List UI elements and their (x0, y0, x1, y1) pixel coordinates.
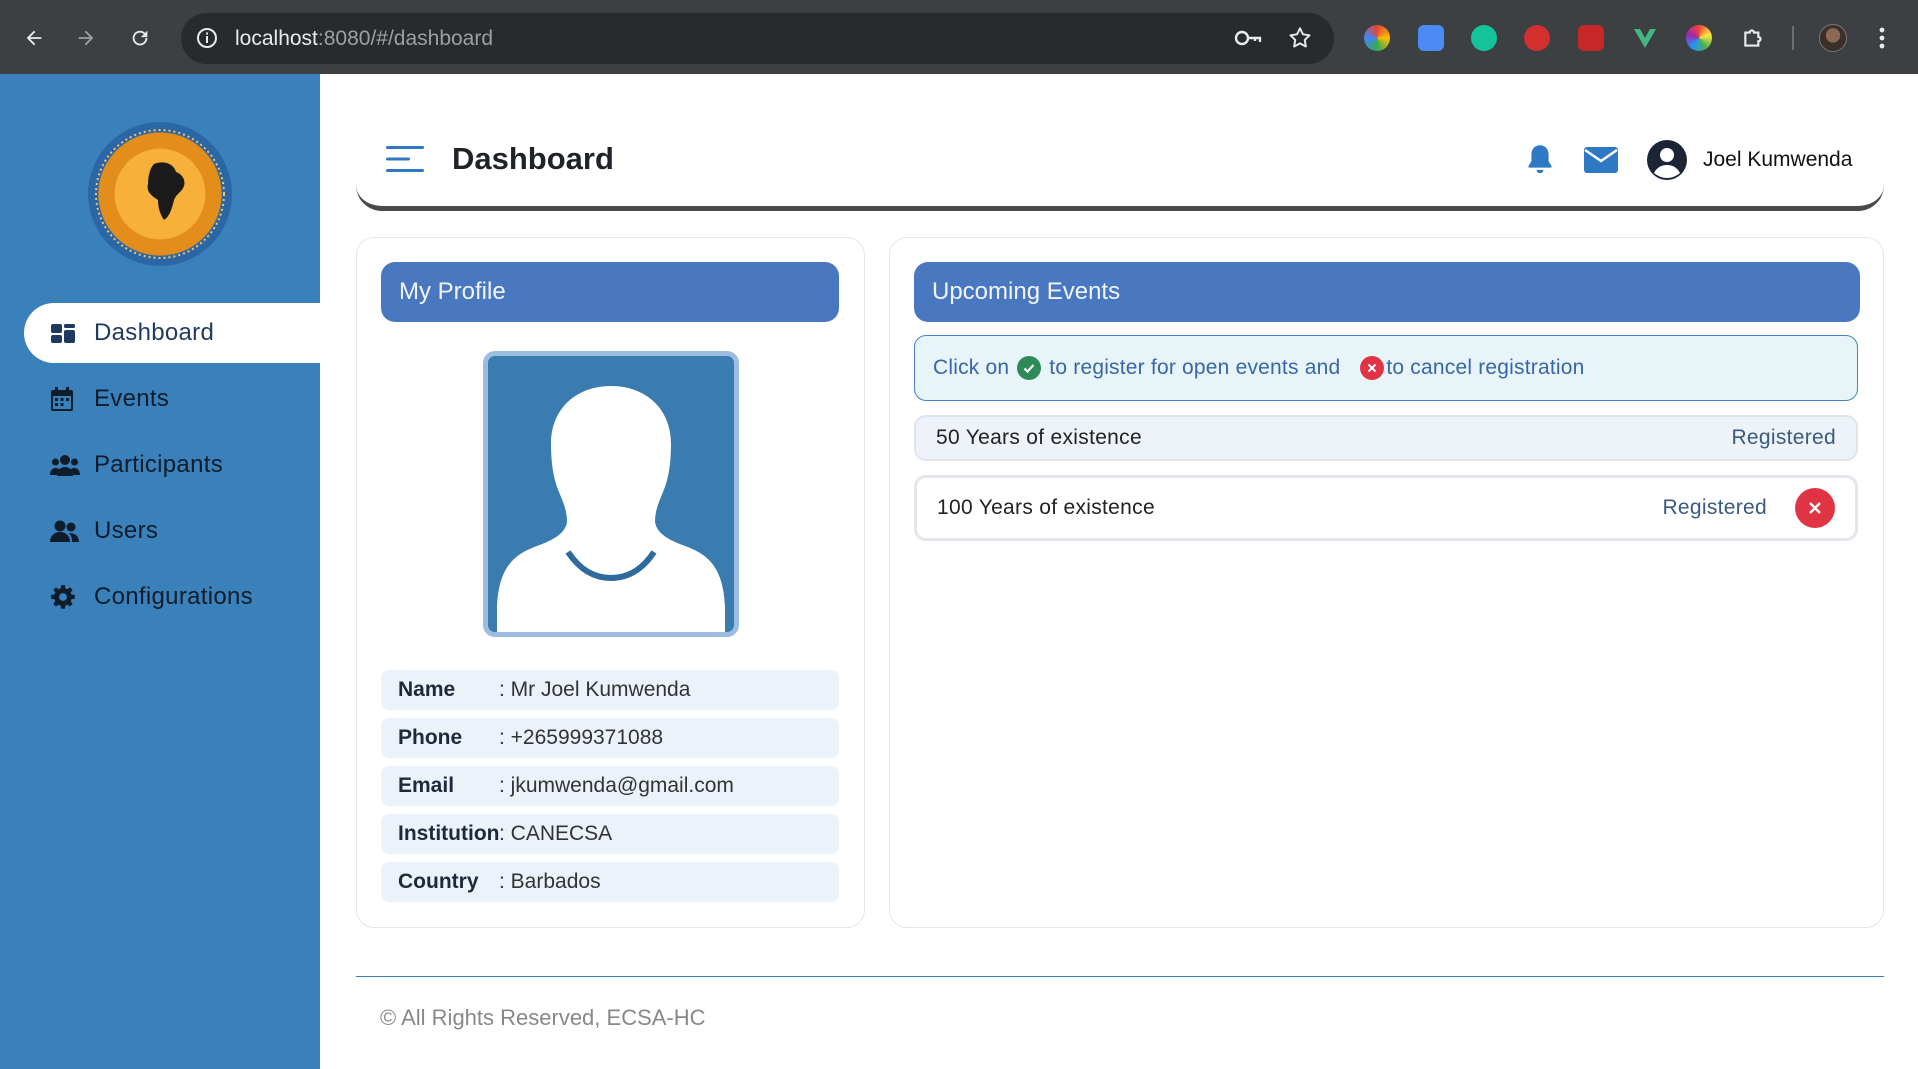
sidebar-item-label: Events (94, 385, 170, 412)
field-value: : Mr Joel Kumwenda (499, 678, 691, 701)
profile-field-institution: Institution : CANECSA (381, 814, 839, 854)
field-label: Phone (398, 726, 463, 749)
color-picker-extension-icon[interactable] (1364, 25, 1390, 51)
event-name: 50 Years of existence (936, 426, 1142, 449)
menu-toggle-icon[interactable] (386, 144, 424, 179)
cloud-extension-icon[interactable] (1524, 25, 1550, 51)
profile-field-country: Country : Barbados (381, 862, 839, 902)
sidebar-item-label: Dashboard (94, 319, 215, 346)
field-value: : Barbados (499, 870, 601, 893)
back-icon[interactable] (18, 22, 50, 54)
url-text: localhost:8080/#/dashboard (235, 27, 494, 50)
page-header: Dashboard Joel Kumwenda (356, 111, 1884, 211)
event-row[interactable]: 100 Years of existence Registered (914, 475, 1858, 541)
user-name[interactable]: Joel Kumwenda (1703, 148, 1852, 172)
event-name: 100 Years of existence (937, 496, 1155, 519)
sidebar-item-dashboard[interactable]: Dashboard (24, 303, 320, 363)
field-label: Email (398, 774, 455, 797)
notice-text: to cancel registration (1386, 356, 1585, 379)
field-label: Name (398, 678, 456, 701)
user-avatar-icon[interactable] (1646, 139, 1688, 186)
sidebar-item-events[interactable]: Events (24, 369, 320, 429)
password-key-icon[interactable] (1233, 27, 1263, 54)
site-info-icon[interactable] (195, 26, 219, 55)
profile-card: My Profile Name : Mr Joel Kumwenda Phone… (356, 237, 865, 928)
field-value: : +265999371088 (499, 726, 664, 749)
browser-toolbar: localhost:8080/#/dashboard (0, 0, 1918, 74)
gear-icon (50, 584, 80, 610)
sidebar-item-label: Configurations (94, 583, 253, 610)
field-value: : CANECSA (499, 822, 613, 845)
pdf-extension-icon[interactable] (1578, 25, 1604, 51)
notice-text: Click on (933, 356, 1010, 379)
calendar-icon (50, 386, 80, 412)
event-status: Registered (1731, 426, 1836, 449)
events-card-title: Upcoming Events (914, 262, 1860, 322)
event-row[interactable]: 50 Years of existence Registered (914, 415, 1858, 461)
profile-card-title: My Profile (381, 262, 839, 322)
notifications-bell-icon[interactable] (1526, 143, 1554, 180)
event-status: Registered (1662, 496, 1767, 519)
footer-divider (356, 976, 1884, 977)
colorwheel-extension-icon[interactable] (1686, 25, 1712, 51)
profile-field-email: Email : jkumwenda@gmail.com (381, 766, 839, 806)
profile-field-phone: Phone : +265999371088 (381, 718, 839, 758)
address-bar[interactable]: localhost:8080/#/dashboard (181, 13, 1334, 64)
field-value: : jkumwenda@gmail.com (499, 774, 734, 797)
check-circle-icon (1017, 356, 1042, 380)
sidebar: Dashboard Events Participants Users Conf… (0, 74, 320, 1069)
field-label: Institution (398, 822, 500, 845)
toolbar-divider (1792, 26, 1794, 50)
footer-copyright: © All Rights Reserved, ECSA-HC (380, 1005, 706, 1030)
profile-field-name: Name : Mr Joel Kumwenda (381, 670, 839, 710)
ecsa-logo[interactable] (88, 122, 232, 266)
translate-extension-icon[interactable] (1418, 25, 1444, 51)
vue-devtools-icon[interactable] (1632, 25, 1658, 51)
close-icon (1809, 502, 1821, 514)
chrome-profile-avatar[interactable] (1819, 24, 1847, 52)
chrome-menu-icon[interactable] (1878, 26, 1886, 55)
messages-envelope-icon[interactable] (1584, 147, 1618, 178)
extensions-puzzle-icon[interactable] (1741, 25, 1767, 51)
page-title: Dashboard (452, 141, 614, 176)
sidebar-item-label: Users (94, 517, 159, 544)
reload-icon[interactable] (124, 22, 156, 54)
grammarly-extension-icon[interactable] (1471, 25, 1497, 51)
dashboard-icon (50, 322, 80, 344)
sidebar-item-participants[interactable]: Participants (24, 435, 320, 495)
forward-icon[interactable] (70, 22, 102, 54)
cancel-registration-button[interactable] (1795, 488, 1835, 528)
users-icon (50, 519, 80, 543)
upcoming-events-card: Upcoming Events Click on to register for… (889, 237, 1884, 928)
bookmark-star-icon[interactable] (1287, 25, 1313, 56)
person-silhouette-icon (497, 386, 725, 632)
events-instructions: Click on to register for open events and… (914, 335, 1858, 401)
sidebar-item-users[interactable]: Users (24, 501, 320, 561)
notice-text: to register for open events and (1049, 356, 1341, 379)
profile-photo (483, 351, 739, 637)
cancel-circle-icon (1360, 356, 1385, 380)
sidebar-item-configurations[interactable]: Configurations (24, 567, 320, 627)
field-label: Country (398, 870, 479, 893)
sidebar-item-label: Participants (94, 451, 223, 478)
people-group-icon (50, 453, 80, 477)
